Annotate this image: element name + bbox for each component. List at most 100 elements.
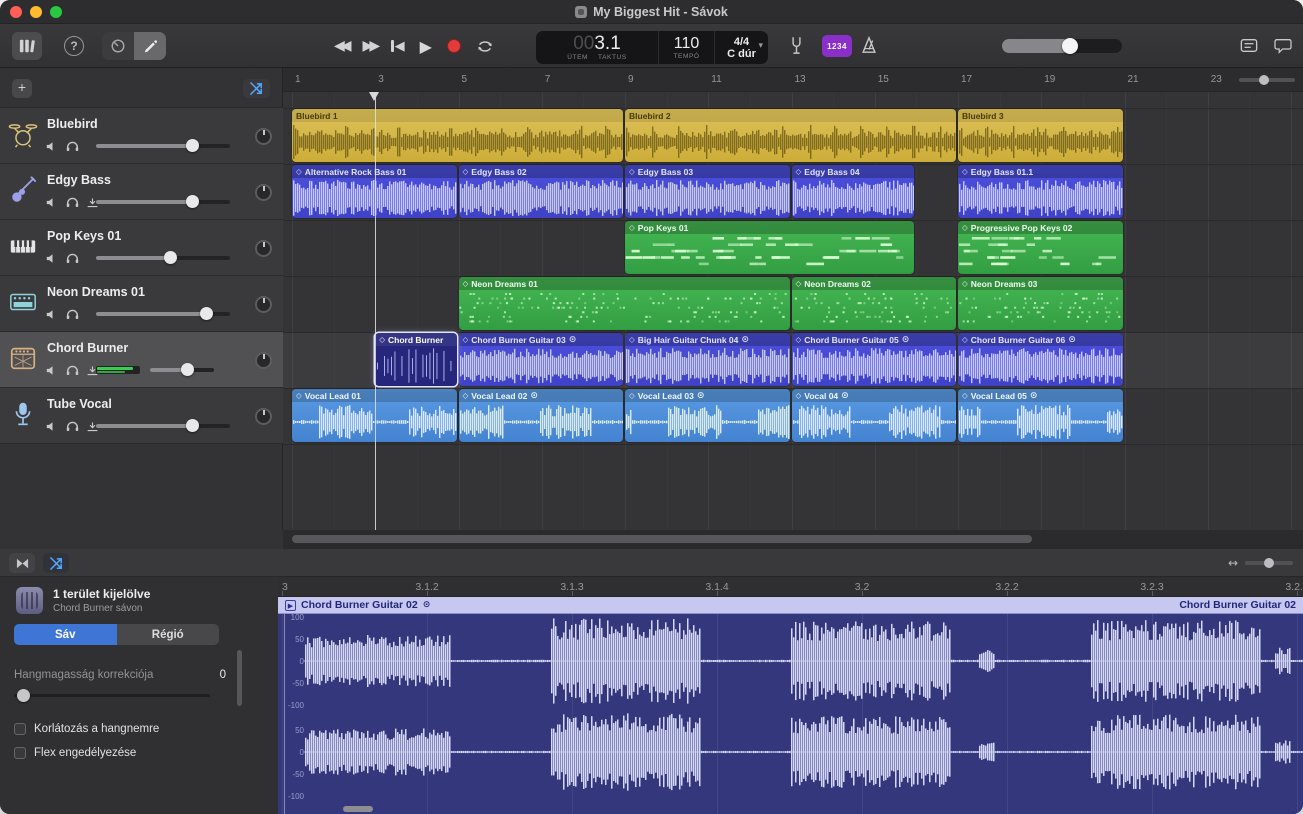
region[interactable]: ◇Chord Burner Guitar 05⊙ (792, 333, 957, 386)
volume-knob[interactable] (186, 139, 199, 152)
region-play-icon[interactable]: ▶ (285, 600, 296, 611)
count-in-button[interactable]: 1234 (822, 35, 852, 57)
playhead-marker[interactable] (369, 92, 379, 101)
editor-ruler[interactable]: 33.1.23.1.33.1.43.23.2.23.2.33.2.4 (278, 577, 1303, 597)
region[interactable]: Bluebird 2 (625, 109, 956, 162)
region[interactable]: ◇Edgy Bass 01.1 (958, 165, 1123, 218)
add-track-button[interactable]: + (12, 79, 32, 98)
track-volume-slider[interactable] (96, 424, 230, 428)
zoom-slider[interactable] (1239, 78, 1295, 82)
solo-button[interactable] (66, 195, 79, 213)
mute-button[interactable] (46, 195, 59, 213)
auto-scroll-button[interactable] (243, 79, 270, 98)
editor-waveform-display[interactable]: 100500-50-100500-50-100 (278, 614, 1303, 814)
enable-flex-checkbox[interactable]: Flex engedélyezése (14, 747, 136, 759)
tracks-lane-area[interactable]: Bluebird 1Bluebird 2Bluebird 3◇Alternati… (283, 92, 1303, 530)
volume-knob[interactable] (164, 251, 177, 264)
region[interactable]: ◇Edgy Bass 03 (625, 165, 790, 218)
editor-catch-button[interactable] (43, 553, 69, 573)
track-header[interactable]: Chord Burner (0, 332, 283, 388)
pan-knob[interactable] (255, 240, 272, 257)
editor-zoom-slider[interactable] (1245, 561, 1293, 565)
pitch-correction-slider[interactable] (14, 694, 210, 697)
mute-button[interactable] (46, 419, 59, 437)
quick-help-bubble-button[interactable] (1274, 38, 1292, 59)
region[interactable]: ◇Chord Burner (375, 333, 456, 386)
mute-button[interactable] (46, 363, 59, 381)
volume-knob[interactable] (186, 195, 199, 208)
zoom-slider-knob[interactable] (1259, 75, 1269, 85)
region[interactable]: ◇Edgy Bass 04 (792, 165, 915, 218)
quick-help-button[interactable]: ? (64, 36, 84, 56)
region[interactable]: ◇Progressive Pop Keys 02 (958, 221, 1123, 274)
limit-to-key-checkbox[interactable]: Korlátozás a hangnemre (14, 723, 159, 735)
pan-knob[interactable] (255, 128, 272, 145)
solo-button[interactable] (66, 363, 79, 381)
pitch-slider-knob[interactable] (17, 689, 30, 702)
editor-mode-button[interactable] (9, 553, 35, 573)
region[interactable]: ◇Vocal Lead 03⊙ (625, 389, 790, 442)
smart-controls-button[interactable] (102, 32, 134, 60)
cycle-button[interactable] (476, 39, 494, 54)
track-volume-slider[interactable] (150, 368, 214, 372)
fast-forward-button[interactable]: ▶▶ (363, 38, 377, 54)
editor-zoom-knob[interactable] (1264, 558, 1274, 568)
library-button[interactable] (12, 32, 42, 60)
lcd-display[interactable]: 003.1 ÜTEMTAKTUS 110 TEMPÓ 4/4 C dúr ▾ (536, 31, 768, 64)
metronome-button[interactable] (860, 36, 878, 59)
mute-button[interactable] (46, 251, 59, 269)
checkbox-icon[interactable] (14, 723, 26, 735)
rewind-button[interactable]: ◀◀ (334, 38, 348, 54)
region[interactable]: ◇Vocal Lead 05⊙ (958, 389, 1123, 442)
region[interactable]: ◇Edgy Bass 02 (459, 165, 624, 218)
master-volume-knob[interactable] (1062, 38, 1078, 54)
pan-knob[interactable] (255, 296, 272, 313)
region[interactable]: ◇Neon Dreams 02 (792, 277, 957, 330)
pan-knob[interactable] (255, 408, 272, 425)
region[interactable]: ◇Pop Keys 01 (625, 221, 914, 274)
track-volume-slider[interactable] (96, 200, 230, 204)
track-volume-slider[interactable] (96, 312, 230, 316)
track-header[interactable]: Edgy Bass (0, 164, 283, 220)
track-header[interactable]: Tube Vocal (0, 388, 283, 444)
editor-region-header[interactable]: ▶ Chord Burner Guitar 02 ⊙ Chord Burner … (278, 597, 1303, 614)
pan-knob[interactable] (255, 184, 272, 201)
region[interactable]: ◇Neon Dreams 01 (459, 277, 790, 330)
track-volume-slider[interactable] (96, 256, 230, 260)
pan-knob[interactable] (255, 352, 272, 369)
region[interactable]: ◇Neon Dreams 03 (958, 277, 1123, 330)
tuner-button[interactable] (788, 36, 805, 60)
solo-button[interactable] (66, 419, 79, 437)
tab-region[interactable]: Régió (117, 624, 220, 645)
inspector-scrollbar[interactable] (237, 650, 242, 706)
track-volume-slider[interactable] (96, 144, 230, 148)
region[interactable]: Bluebird 3 (958, 109, 1123, 162)
mute-button[interactable] (46, 307, 59, 325)
master-volume-slider[interactable] (1002, 39, 1122, 53)
region[interactable]: ◇Chord Burner Guitar 06⊙ (958, 333, 1123, 386)
region[interactable]: ◇Chord Burner Guitar 03⊙ (459, 333, 624, 386)
checkbox-icon[interactable] (14, 747, 26, 759)
mute-button[interactable] (46, 139, 59, 157)
volume-knob[interactable] (181, 363, 194, 376)
go-to-beginning-button[interactable]: ◀ (391, 39, 405, 54)
region[interactable]: ◇Vocal 04⊙ (792, 389, 957, 442)
editors-button[interactable] (134, 32, 166, 60)
solo-button[interactable] (66, 251, 79, 269)
chevron-down-icon[interactable]: ▾ (758, 41, 763, 51)
display-mode-button[interactable] (1240, 38, 1258, 58)
input-monitor-button[interactable] (86, 419, 99, 437)
play-button[interactable]: ▶ (420, 37, 432, 56)
volume-knob[interactable] (200, 307, 213, 320)
solo-button[interactable] (66, 139, 79, 157)
track-header[interactable]: Bluebird (0, 108, 283, 164)
record-button[interactable] (447, 39, 461, 53)
track-header[interactable]: Neon Dreams 01 (0, 276, 283, 332)
horizontal-scrollbar[interactable] (292, 535, 1032, 543)
timeline-ruler[interactable]: 1357911131517192123 (283, 68, 1303, 92)
solo-button[interactable] (66, 307, 79, 325)
region[interactable]: Bluebird 1 (292, 109, 623, 162)
region[interactable]: ◇Big Hair Guitar Chunk 04⊙ (625, 333, 790, 386)
volume-knob[interactable] (186, 419, 199, 432)
input-monitor-button[interactable] (86, 195, 99, 213)
